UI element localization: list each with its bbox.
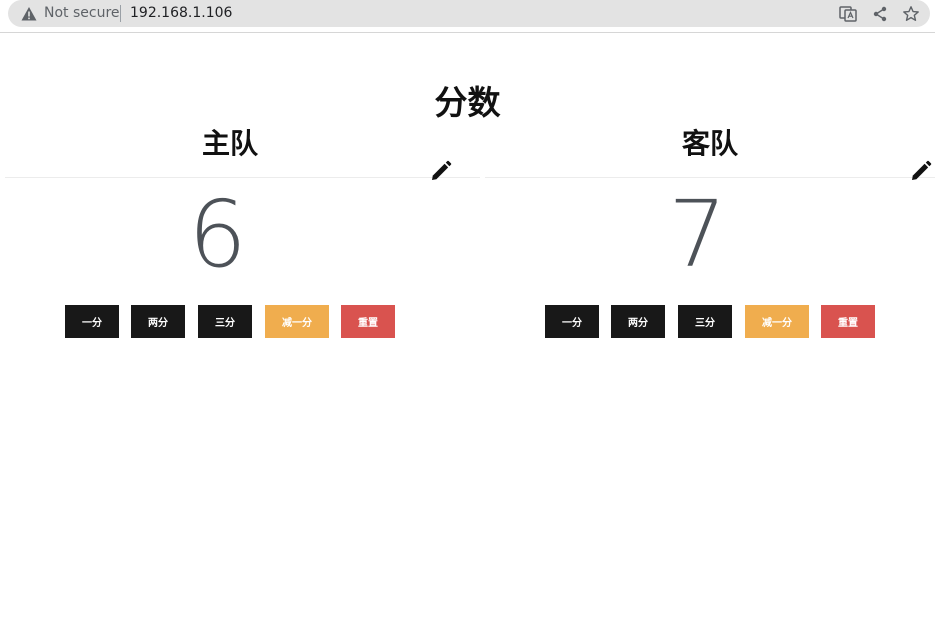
team-divider	[485, 177, 935, 178]
team-panel-away: 客队 7 一分 两分 三分 减一分 重置	[485, 116, 935, 356]
away-add-three-button[interactable]: 三分	[678, 305, 732, 338]
address-separator	[120, 5, 121, 22]
pencil-icon[interactable]	[429, 159, 453, 183]
url-text[interactable]: 192.168.1.106	[130, 5, 232, 21]
home-add-three-button[interactable]: 三分	[198, 305, 252, 338]
home-add-one-button[interactable]: 一分	[65, 305, 119, 338]
team-name: 客队	[681, 127, 738, 160]
warning-icon[interactable]	[21, 6, 37, 22]
away-reset-button[interactable]: 重置	[821, 305, 875, 338]
home-reset-button[interactable]: 重置	[341, 305, 395, 338]
security-label[interactable]: Not secure	[44, 5, 120, 21]
away-score: 7	[668, 181, 727, 288]
away-minus-one-button[interactable]: 减一分	[745, 305, 809, 338]
away-add-one-button[interactable]: 一分	[545, 305, 599, 338]
team-divider	[5, 177, 480, 178]
address-bar[interactable]: Not secure 192.168.1.106	[8, 0, 930, 27]
team-name: 主队	[201, 127, 258, 160]
pencil-icon[interactable]	[909, 159, 933, 183]
away-add-two-button[interactable]: 两分	[611, 305, 665, 338]
home-minus-one-button[interactable]: 减一分	[265, 305, 329, 338]
browser-toolbar: Not secure 192.168.1.106	[0, 0, 935, 33]
team-panel-home: 主队 6 一分 两分 三分 减一分 重置	[5, 116, 480, 356]
star-icon[interactable]	[902, 5, 920, 23]
home-score: 6	[188, 181, 247, 288]
home-add-two-button[interactable]: 两分	[131, 305, 185, 338]
share-icon[interactable]	[871, 5, 889, 23]
translate-icon[interactable]	[839, 5, 857, 23]
